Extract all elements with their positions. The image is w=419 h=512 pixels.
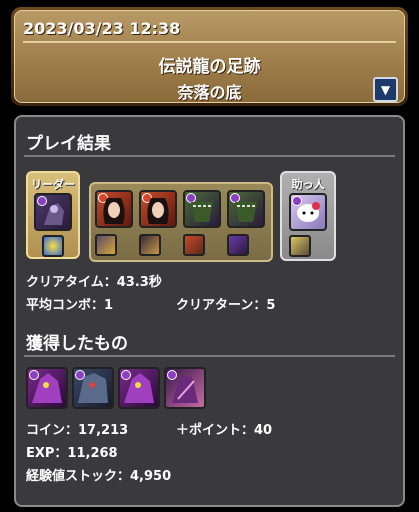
dragon-portrait-icon [124,373,154,403]
sub-monster-card[interactable] [227,190,265,228]
sub-monsters-group [89,182,273,262]
divider [24,155,395,157]
helper-monster-card[interactable] [289,193,327,231]
floor-name: 奈落の底 [177,83,242,102]
reward-monster-card[interactable] [118,367,160,409]
monster-portrait-icon [191,202,213,222]
expand-button[interactable]: ▼ [373,77,398,102]
exp-stock: 経験値ストック：4,950 [26,469,172,484]
leader-slot[interactable]: リーダー [26,171,80,259]
assist-icon[interactable] [139,234,161,256]
dungeon-banner: 2023/03/23 12:38 伝説龍の足跡 奈落の底 ▼ [11,7,408,106]
triangle-down-icon: ▼ [380,82,391,97]
helper-assist-icon[interactable] [289,235,311,257]
dungeon-title: 伝説龍の足跡 [158,57,261,77]
dragon-portrait-icon [172,375,198,403]
sub-monster-card[interactable] [139,190,177,228]
monster-portrait-icon [235,202,257,222]
assist-icon[interactable] [95,234,117,256]
dragon-portrait-icon [78,373,108,403]
dragon-portrait-icon [32,373,62,403]
helper-slot[interactable]: 助っ人 [280,171,336,261]
monster-portrait-icon [103,198,125,224]
play-datetime: 2023/03/23 12:38 [23,19,396,43]
result-panel: プレイ結果 リーダー 助っ人 クリアタイム：43.3秒 平均コンボ：1 クリアタ… [14,115,405,507]
leader-label: リーダー [31,178,75,191]
dungeon-banner-inner: 2023/03/23 12:38 伝説龍の足跡 奈落の底 ▼ [14,10,405,103]
reward-monster-card[interactable] [164,367,206,409]
monster-portrait-icon [44,203,64,225]
assist-icon[interactable] [183,234,205,256]
exp-earned: EXP：11,268 [26,446,118,461]
coins-earned: コイン：17,213 [26,423,129,438]
leader-assist-icon[interactable] [42,235,64,257]
divider [24,355,395,357]
rewards-title: 獲得したもの [26,334,128,354]
average-combo: 平均コンボ：1 [26,298,114,313]
sub-monster-card[interactable] [95,190,133,228]
monster-portrait-icon [297,202,320,222]
play-result-title: プレイ結果 [26,134,111,154]
assist-icon[interactable] [227,234,249,256]
helper-label: 助っ人 [291,178,325,191]
reward-monster-card[interactable] [72,367,114,409]
clear-time: クリアタイム：43.3秒 [26,275,162,290]
sub-monster-card[interactable] [183,190,221,228]
monster-portrait-icon [147,198,169,224]
clear-turns: クリアターン：5 [176,298,276,313]
leader-monster-card[interactable] [34,193,72,231]
points-earned: ＋ポイント：40 [176,423,273,438]
reward-monster-card[interactable] [26,367,68,409]
